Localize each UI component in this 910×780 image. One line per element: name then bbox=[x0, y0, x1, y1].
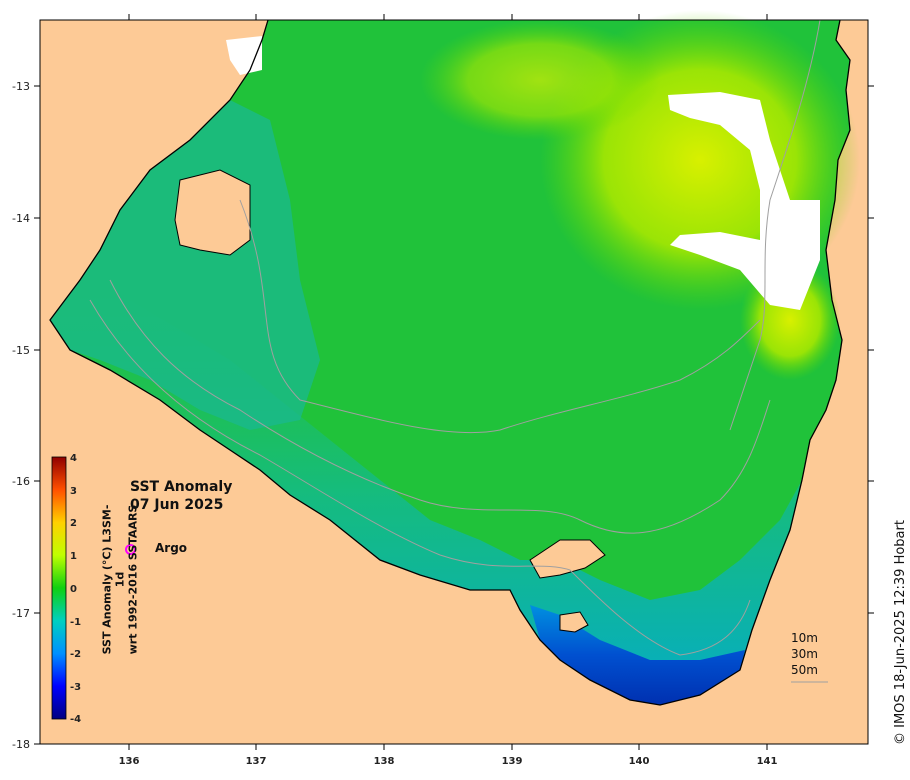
depth-legend: 10m 30m 50m bbox=[791, 630, 818, 678]
warm-anomaly-n bbox=[420, 20, 660, 140]
island-north bbox=[174, 169, 251, 256]
lon-label: 137 bbox=[246, 756, 267, 767]
lat-label: -13 bbox=[12, 80, 30, 93]
lat-label: -17 bbox=[12, 607, 30, 620]
colorbar bbox=[51, 456, 67, 720]
colorbar-label: SST Anomaly (°C) L3SM-1d wrt 1992-2016 S… bbox=[101, 500, 140, 660]
lat-label: -15 bbox=[12, 344, 30, 357]
lon-label: 141 bbox=[757, 756, 778, 767]
colorbar-tick: 3 bbox=[70, 486, 77, 497]
sst-map: -13 -14 -15 -16 -17 -18 136 137 138 139 … bbox=[12, 10, 874, 767]
colorbar-label-line2: wrt 1992-2016 SSTAARS bbox=[126, 504, 140, 655]
colorbar-tick: -4 bbox=[70, 714, 81, 725]
map-title-line1: SST Anomaly bbox=[130, 479, 233, 495]
colorbar-tick: 2 bbox=[70, 518, 77, 529]
lon-label: 136 bbox=[119, 756, 140, 767]
lat-label: -16 bbox=[12, 475, 30, 488]
map-title-date: 07 Jun 2025 bbox=[130, 497, 224, 513]
colorbar-tick: 4 bbox=[70, 453, 77, 464]
credit-text: © IMOS 18-Jun-2025 12:39 Hobart bbox=[893, 520, 908, 745]
depth-legend-item: 30m bbox=[791, 647, 818, 661]
colorbar-tick: -1 bbox=[70, 617, 81, 628]
colorbar-tick: -2 bbox=[70, 649, 81, 660]
lon-label: 138 bbox=[374, 756, 395, 767]
lat-label: -18 bbox=[12, 738, 30, 751]
lat-label: -14 bbox=[12, 212, 30, 225]
colorbar-tick: -3 bbox=[70, 682, 81, 693]
depth-legend-item: 10m bbox=[791, 631, 818, 645]
lon-label: 139 bbox=[502, 756, 523, 767]
colorbar-label-line1: SST Anomaly (°C) L3SM-1d bbox=[100, 504, 127, 655]
map-title: SST Anomaly 07 Jun 2025 bbox=[130, 478, 232, 514]
lon-label: 140 bbox=[629, 756, 650, 767]
argo-label: Argo bbox=[155, 541, 188, 555]
colorbar-tick: 1 bbox=[70, 551, 77, 562]
colorbar-tick: 0 bbox=[70, 584, 77, 595]
depth-legend-item: 50m bbox=[791, 663, 818, 677]
